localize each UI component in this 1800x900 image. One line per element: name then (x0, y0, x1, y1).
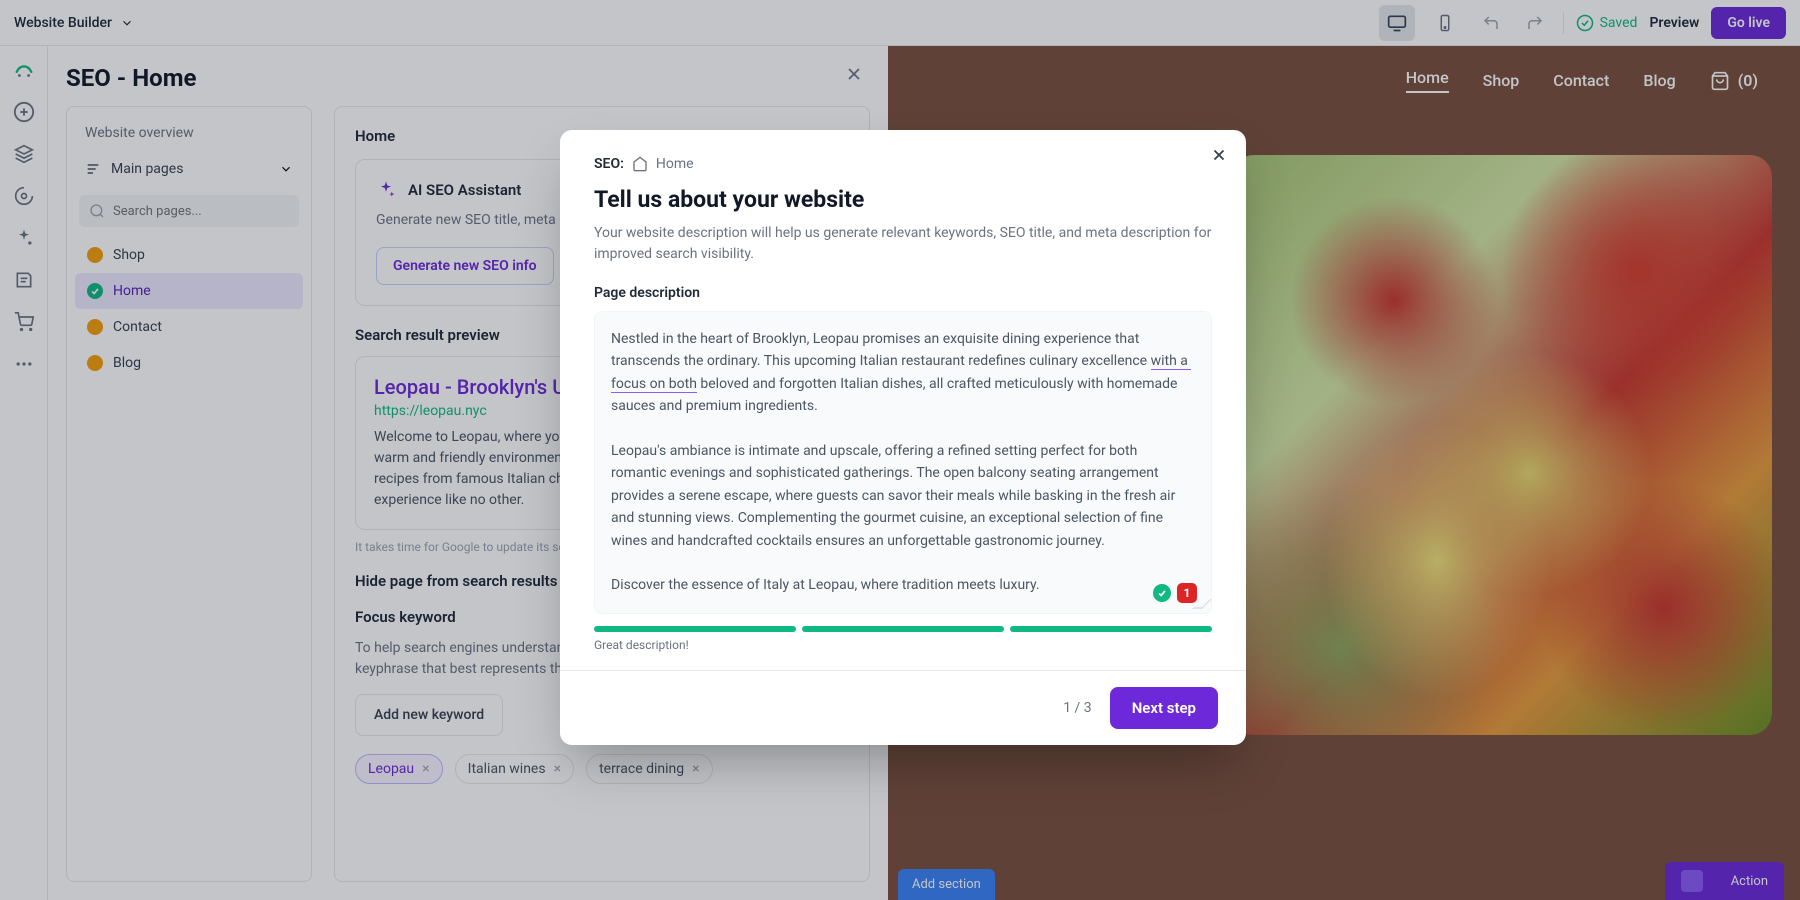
description-text: Nestled in the heart of Brooklyn, Leopau… (611, 328, 1195, 597)
next-step-button[interactable]: Next step (1110, 687, 1218, 729)
description-quality-bar (594, 626, 1212, 632)
progress-segment (802, 626, 1004, 632)
progress-segment (1010, 626, 1212, 632)
step-indicator: 1 / 3 (1063, 700, 1091, 716)
modal-footer: 1 / 3 Next step (560, 670, 1246, 745)
progress-segment (594, 626, 796, 632)
breadcrumb-page: Home (656, 156, 694, 172)
grammar-badges: 1 (1153, 583, 1197, 603)
home-icon (632, 156, 648, 172)
modal-title: Tell us about your website (594, 186, 1212, 213)
modal-close-button[interactable] (1210, 146, 1228, 164)
grammar-error-badge[interactable]: 1 (1177, 583, 1197, 603)
description-textarea[interactable]: Nestled in the heart of Brooklyn, Leopau… (594, 311, 1212, 614)
breadcrumb-prefix: SEO: (594, 156, 624, 172)
resize-handle[interactable] (1197, 599, 1209, 611)
seo-wizard-modal: SEO: Home Tell us about your website You… (560, 130, 1246, 745)
modal-subtitle: Your website description will help us ge… (594, 223, 1212, 265)
quality-label: Great description! (594, 638, 1212, 652)
modal-breadcrumb: SEO: Home (594, 156, 1212, 172)
description-field-label: Page description (594, 285, 1212, 301)
grammar-ok-badge[interactable] (1153, 584, 1171, 602)
close-icon (1210, 146, 1228, 164)
